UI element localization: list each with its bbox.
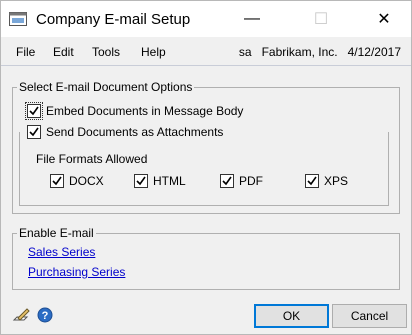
embed-row: Embed Documents in Message Body	[25, 102, 243, 120]
format-html-row: HTML	[134, 174, 186, 188]
formats-label: File Formats Allowed	[36, 152, 148, 166]
cancel-button[interactable]: Cancel	[332, 304, 407, 328]
format-xps-row: XPS	[305, 174, 348, 188]
dialog-content: Select E-mail Document Options Embed Doc…	[1, 66, 411, 297]
menu-help[interactable]: Help	[141, 45, 166, 59]
format-pdf-row: PDF	[220, 174, 263, 188]
embed-label[interactable]: Embed Documents in Message Body	[46, 104, 243, 118]
maximize-button[interactable]: ☐	[298, 1, 344, 37]
minimize-button[interactable]: —	[229, 1, 275, 37]
close-button[interactable]: ✕	[361, 1, 407, 37]
docx-checkbox[interactable]	[50, 174, 64, 188]
user-company-date: sa Fabrikam, Inc. 4/12/2017	[239, 45, 401, 59]
html-checkbox[interactable]	[134, 174, 148, 188]
embed-checkbox[interactable]	[25, 102, 43, 120]
svg-text:?: ?	[42, 310, 49, 322]
window-app-icon	[9, 12, 27, 26]
html-label[interactable]: HTML	[153, 174, 186, 188]
ok-button[interactable]: OK	[254, 304, 329, 328]
note-pencil-icon[interactable]	[12, 307, 30, 326]
enable-email-group: Enable E-mail Sales Series Purchasing Se…	[12, 226, 400, 290]
format-docx-row: DOCX	[50, 174, 104, 188]
company-name: Fabrikam, Inc.	[261, 45, 338, 59]
pdf-label[interactable]: PDF	[239, 174, 263, 188]
formats-group: File Formats Allowed DOCX HTML PDF XPS	[19, 132, 389, 206]
xps-label[interactable]: XPS	[324, 174, 348, 188]
user-id: sa	[238, 45, 252, 59]
docx-label[interactable]: DOCX	[69, 174, 104, 188]
title-bar: Company E-mail Setup — ☐ ✕	[1, 1, 411, 37]
pdf-checkbox[interactable]	[220, 174, 234, 188]
dialog-footer: ? OK Cancel	[1, 297, 411, 334]
user-date: 4/12/2017	[347, 45, 401, 59]
menu-edit[interactable]: Edit	[53, 45, 74, 59]
window-title: Company E-mail Setup	[36, 11, 191, 28]
help-icon[interactable]: ?	[37, 307, 53, 326]
menu-tools[interactable]: Tools	[92, 45, 120, 59]
enable-email-label: Enable E-mail	[17, 226, 96, 240]
email-setup-window: Company E-mail Setup — ☐ ✕ File Edit Too…	[0, 0, 412, 335]
sales-series-link[interactable]: Sales Series	[28, 245, 95, 259]
menu-file[interactable]: File	[16, 45, 35, 59]
menu-bar: File Edit Tools Help sa Fabrikam, Inc. 4…	[1, 37, 411, 66]
doc-options-label: Select E-mail Document Options	[17, 80, 195, 94]
purchasing-series-link[interactable]: Purchasing Series	[28, 265, 125, 279]
doc-options-group: Select E-mail Document Options Embed Doc…	[12, 80, 400, 214]
xps-checkbox[interactable]	[305, 174, 319, 188]
